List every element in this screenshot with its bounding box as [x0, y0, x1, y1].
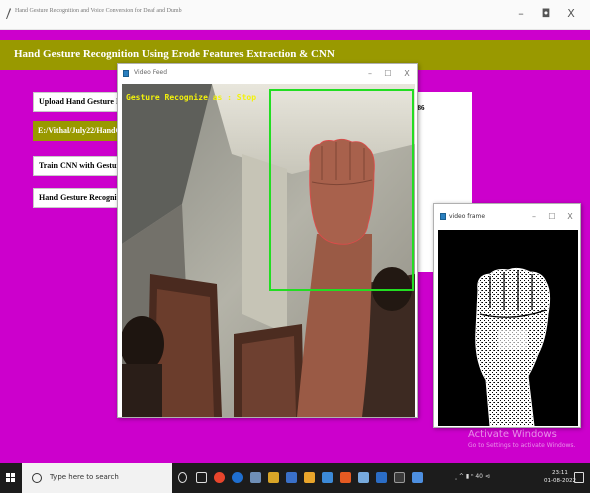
terminal-icon[interactable] — [394, 472, 405, 483]
gesture-status: Gesture Recognize as : Stop — [126, 93, 257, 102]
close-button[interactable]: X — [560, 6, 582, 22]
edge-icon[interactable] — [232, 472, 243, 483]
store-icon[interactable] — [286, 472, 297, 483]
video-feed-maximize-button[interactable]: ☐ — [380, 68, 396, 80]
video-frame-titlebar[interactable]: video frame – ☐ X — [434, 204, 580, 230]
window-icon — [123, 70, 129, 77]
chrome-icon[interactable] — [214, 472, 225, 483]
file-explorer-icon[interactable] — [268, 472, 279, 483]
taskbar-search[interactable]: Type here to search — [22, 463, 172, 493]
video-frame-maximize-button[interactable]: ☐ — [544, 211, 560, 223]
search-icon — [32, 473, 42, 483]
restore-button[interactable]: ◘ — [535, 6, 557, 22]
photos-icon[interactable] — [412, 472, 423, 483]
video-feed-window[interactable]: Video Feed – ☐ X Gesture Recognize as: … — [117, 63, 418, 418]
video-feed-title: Video Feed — [134, 69, 168, 76]
app-icon-2[interactable] — [304, 472, 315, 483]
webcam-image: Gesture Recognize as : Stop — [122, 84, 415, 417]
webcam-scene — [122, 84, 415, 417]
app-icon[interactable] — [250, 472, 261, 483]
firefox-icon[interactable] — [340, 472, 351, 483]
clock[interactable]: 23:11 01-08-2022 — [544, 469, 576, 485]
main-window-title: Hand Gesture Recognition and Voice Conve… — [15, 8, 182, 14]
video-frame-title: video frame — [449, 213, 486, 220]
video-frame-minimize-button[interactable]: – — [526, 211, 542, 223]
page-title: Hand Gesture Recognition Using Erode Fea… — [14, 48, 335, 60]
clock-date: 01-08-2022 — [544, 478, 576, 484]
desktop: Hand Gesture Recognition and Voice Conve… — [0, 0, 590, 493]
mic-icon[interactable] — [178, 472, 187, 483]
tray-icons[interactable]: ꞈ ^ ▮ ⁿ 40 ⊲ — [455, 473, 490, 480]
clock-time: 23:11 — [552, 470, 568, 476]
task-view-icon[interactable] — [196, 472, 207, 483]
taskbar: Type here to search ꞈ ^ ▮ ⁿ 40 ⊲ 23:11 0… — [0, 463, 590, 493]
app-icon-3[interactable] — [358, 472, 369, 483]
threshold-image — [438, 230, 578, 426]
video-frame-window[interactable]: video frame – ☐ X — [433, 203, 581, 428]
windows-start-icon[interactable] — [0, 463, 22, 493]
video-feed-minimize-button[interactable]: – — [362, 68, 378, 80]
word-icon[interactable] — [376, 472, 387, 483]
window-icon — [440, 213, 446, 220]
main-window-titlebar[interactable]: Hand Gesture Recognition and Voice Conve… — [0, 0, 590, 30]
python-icon[interactable] — [322, 472, 333, 483]
video-feed-titlebar[interactable]: Video Feed – ☐ X — [118, 64, 417, 84]
search-placeholder: Type here to search — [50, 473, 119, 481]
video-feed-close-button[interactable]: X — [399, 68, 415, 80]
notification-icon[interactable] — [574, 472, 584, 483]
minimize-button[interactable]: – — [510, 6, 532, 22]
threshold-hand — [475, 267, 551, 426]
video-frame-close-button[interactable]: X — [562, 211, 578, 223]
feather-icon — [6, 8, 11, 19]
